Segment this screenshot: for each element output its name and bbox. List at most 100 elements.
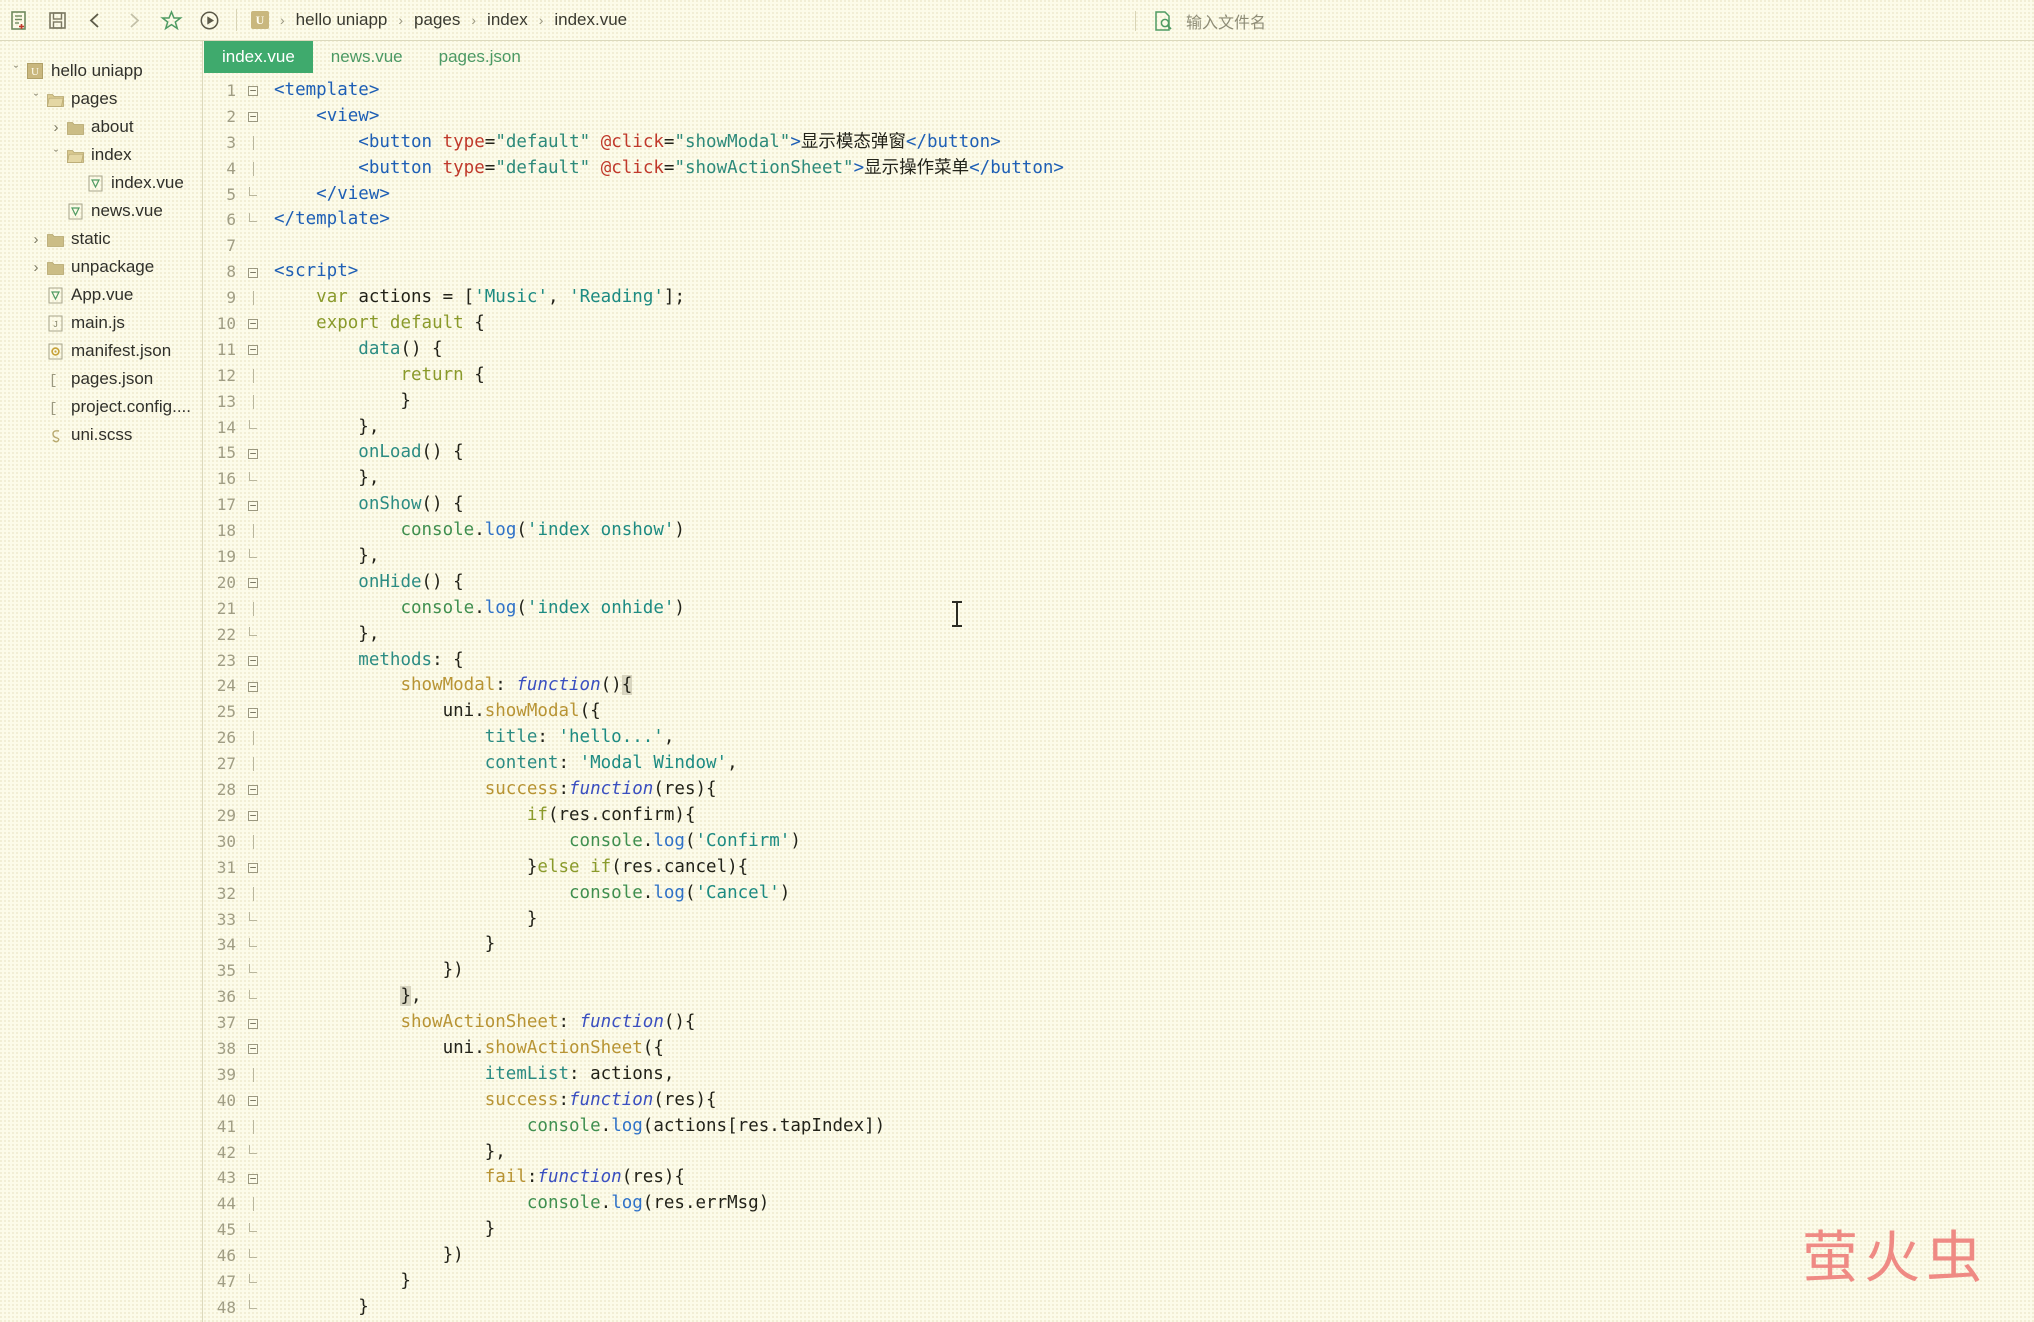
code-line[interactable]: 22 }, (204, 622, 2034, 648)
fold-toggle-icon[interactable]: − (242, 447, 264, 460)
code-text[interactable]: export default { (264, 311, 485, 337)
code-line[interactable]: 29− if(res.confirm){ (204, 803, 2034, 829)
file-explorer-sidebar[interactable]: ˇ U hello uniapp ˇ pages › about ˇ index in… (0, 41, 203, 1322)
code-line[interactable]: 43− fail:function(res){ (204, 1165, 2034, 1191)
code-line[interactable]: 20− onHide() { (204, 570, 2034, 596)
code-line[interactable]: 7 (204, 233, 2034, 259)
sidebar-item-main-js[interactable]: J main.js (0, 309, 202, 337)
fold-toggle-icon[interactable]: − (242, 680, 264, 693)
run-icon[interactable] (190, 1, 228, 39)
sidebar-item-index[interactable]: ˇ index (0, 141, 202, 169)
code-line[interactable]: 23− methods: { (204, 648, 2034, 674)
code-text[interactable]: }, (264, 1140, 506, 1166)
code-line[interactable]: 40− success:function(res){ (204, 1088, 2034, 1114)
code-line[interactable]: 28− success:function(res){ (204, 777, 2034, 803)
tab-pages-json[interactable]: pages.json (421, 41, 539, 73)
code-editor[interactable]: 1− <template> 2− <view> 3 <button type="def… (204, 73, 2034, 1322)
code-text[interactable]: <view> (264, 104, 379, 130)
fold-toggle-icon[interactable]: − (242, 266, 264, 279)
chevron-down-icon[interactable]: ˇ (8, 64, 24, 77)
star-icon[interactable] (152, 1, 190, 39)
chevron-right-icon[interactable]: › (48, 120, 64, 135)
code-text[interactable]: }, (264, 984, 422, 1010)
forward-arrow-icon[interactable] (114, 1, 152, 39)
code-line[interactable]: 41 console.log(actions[res.tapIndex]) (204, 1114, 2034, 1140)
code-line[interactable]: 32 console.log('Cancel') (204, 881, 2034, 907)
code-line[interactable]: 31− }else if(res.cancel){ (204, 855, 2034, 881)
code-text[interactable]: } (264, 907, 538, 933)
code-line[interactable]: 2− <view> (204, 104, 2034, 130)
code-text[interactable]: </template> (264, 207, 390, 233)
fold-toggle-icon[interactable]: − (242, 1042, 264, 1055)
code-text[interactable]: onShow() { (264, 492, 463, 518)
code-line[interactable]: 5 </view> (204, 182, 2034, 208)
fold-toggle-icon[interactable]: − (242, 861, 264, 874)
sidebar-item-project-config[interactable]: [ ] project.config.... (0, 393, 202, 421)
code-text[interactable]: <script> (264, 259, 358, 285)
fold-toggle-icon[interactable]: − (242, 1172, 264, 1185)
code-text[interactable]: content: 'Modal Window', (264, 751, 738, 777)
code-line[interactable]: 17− onShow() { (204, 492, 2034, 518)
fold-toggle-icon[interactable]: − (242, 317, 264, 330)
code-text[interactable]: <button type="default" @click="showModal… (264, 130, 1000, 156)
code-lines[interactable]: 1− <template> 2− <view> 3 <button type="def… (204, 73, 2034, 1321)
code-text[interactable]: showActionSheet: function(){ (264, 1010, 695, 1036)
code-line[interactable]: 25− uni.showModal({ (204, 699, 2034, 725)
code-line[interactable]: 36 }, (204, 984, 2034, 1010)
code-text[interactable]: console.log('index onshow') (264, 518, 685, 544)
code-line[interactable]: 38− uni.showActionSheet({ (204, 1036, 2034, 1062)
code-line[interactable]: 6 </template> (204, 207, 2034, 233)
file-search-icon[interactable] (1152, 10, 1174, 32)
tab-index-vue[interactable]: index.vue (204, 41, 313, 73)
code-text[interactable]: } (264, 1295, 369, 1321)
code-text[interactable]: return { (264, 363, 484, 389)
code-line[interactable]: 8− <script> (204, 259, 2034, 285)
new-file-icon[interactable] (0, 1, 38, 39)
fold-toggle-icon[interactable]: − (242, 110, 264, 123)
code-text[interactable]: data() { (264, 337, 442, 363)
code-text[interactable]: console.log(actions[res.tapIndex]) (264, 1114, 885, 1140)
breadcrumb-item-index[interactable]: index (483, 10, 532, 30)
code-line[interactable]: 45 } (204, 1217, 2034, 1243)
save-icon[interactable] (38, 1, 76, 39)
sidebar-item-app-vue[interactable]: App.vue (0, 281, 202, 309)
code-line[interactable]: 34 } (204, 932, 2034, 958)
code-text[interactable]: fail:function(res){ (264, 1165, 685, 1191)
code-line[interactable]: 19 }, (204, 544, 2034, 570)
breadcrumb-item-pages[interactable]: pages (410, 10, 464, 30)
code-text[interactable]: showModal: function(){ (264, 673, 633, 699)
back-arrow-icon[interactable] (76, 1, 114, 39)
code-text[interactable]: } (264, 389, 411, 415)
code-line[interactable]: 37− showActionSheet: function(){ (204, 1010, 2034, 1036)
code-text[interactable]: }else if(res.cancel){ (264, 855, 748, 881)
code-line[interactable]: 46 }) (204, 1243, 2034, 1269)
code-line[interactable]: 39 itemList: actions, (204, 1062, 2034, 1088)
code-text[interactable]: uni.showModal({ (264, 699, 601, 725)
sidebar-item-news-vue[interactable]: news.vue (0, 197, 202, 225)
code-line[interactable]: 21 console.log('index onhide') (204, 596, 2034, 622)
code-text[interactable]: itemList: actions, (264, 1062, 675, 1088)
code-text[interactable]: var actions = ['Music', 'Reading']; (264, 285, 685, 311)
code-text[interactable]: methods: { (264, 648, 463, 674)
code-line[interactable]: 1− <template> (204, 78, 2034, 104)
chevron-down-icon[interactable]: ˇ (28, 92, 44, 105)
fold-toggle-icon[interactable]: − (242, 1017, 264, 1030)
code-text[interactable]: }, (264, 415, 379, 441)
fold-toggle-icon[interactable]: − (242, 84, 264, 97)
code-text[interactable]: console.log('Cancel') (264, 881, 790, 907)
code-text[interactable]: title: 'hello...', (264, 725, 675, 751)
breadcrumb-item-project[interactable]: hello uniapp (292, 10, 392, 30)
code-line[interactable]: 4 <button type="default" @click="showAct… (204, 156, 2034, 182)
code-line[interactable]: 24− showModal: function(){ (204, 673, 2034, 699)
code-line[interactable]: 33 } (204, 907, 2034, 933)
code-line[interactable]: 47 } (204, 1269, 2034, 1295)
fold-toggle-icon[interactable]: − (242, 499, 264, 512)
fold-toggle-icon[interactable]: − (242, 783, 264, 796)
code-line[interactable]: 11− data() { (204, 337, 2034, 363)
sidebar-item-uni-scss[interactable]: uni.scss (0, 421, 202, 449)
chevron-down-icon[interactable]: ˇ (48, 148, 64, 161)
sidebar-item-about[interactable]: › about (0, 113, 202, 141)
chevron-right-icon[interactable]: › (28, 260, 44, 275)
code-line[interactable]: 44 console.log(res.errMsg) (204, 1191, 2034, 1217)
sidebar-item-unpackage[interactable]: › unpackage (0, 253, 202, 281)
